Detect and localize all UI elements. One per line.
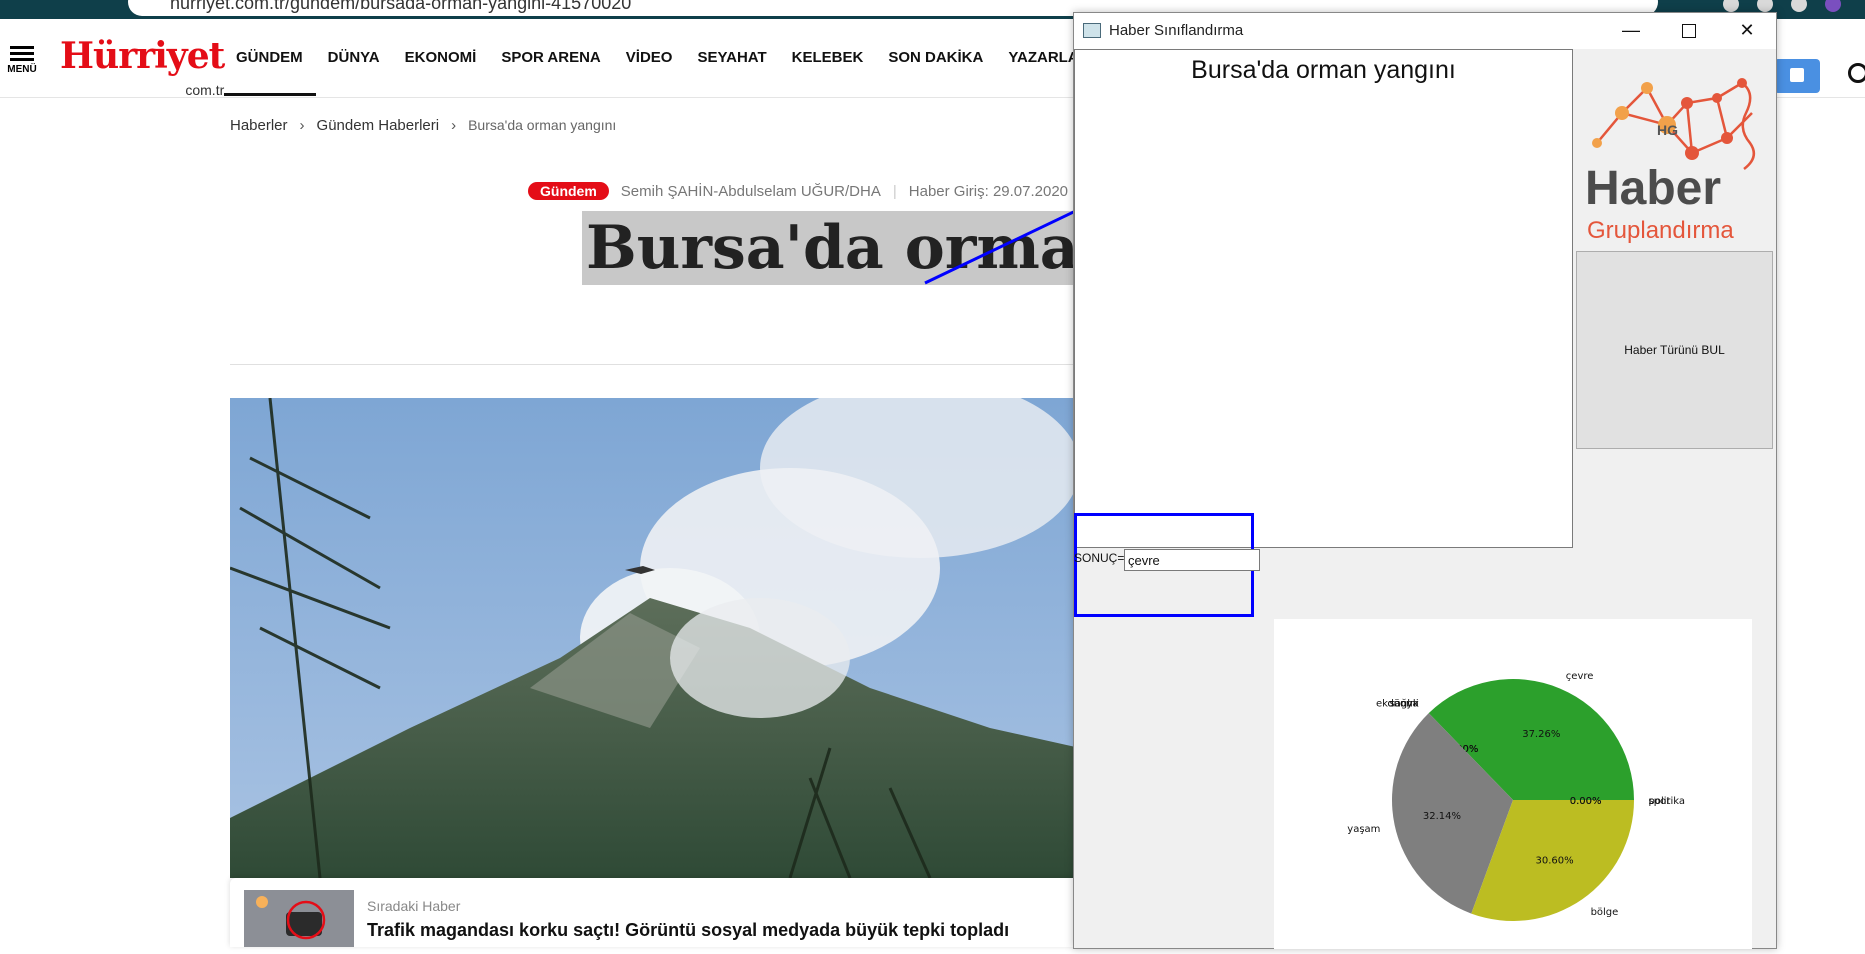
category-badge[interactable]: Gündem	[528, 182, 609, 200]
menu-label: MENÜ	[7, 64, 37, 75]
search-icon[interactable]	[1848, 63, 1865, 83]
browser-extension-icons	[1723, 0, 1841, 12]
article-meta: Gündem Semih ŞAHİN-Abdulselam UĞUR/DHA |…	[528, 182, 1068, 200]
site-logo[interactable]: Hürriyet com.tr	[60, 35, 225, 98]
category-pie-chart: çevre37.26%ekonomi0.00%dünya0.00%sağlık0…	[1274, 619, 1752, 949]
nav-item-dünya[interactable]: DÜNYA	[328, 49, 392, 66]
article-date: Haber Giriş: 29.07.2020	[908, 182, 1069, 200]
nav-item-spor-arena[interactable]: SPOR ARENA	[501, 49, 612, 66]
app-icon	[1083, 23, 1101, 38]
forest-fire-photo	[230, 398, 1080, 878]
find-news-type-button[interactable]: Haber Türünü BUL	[1576, 251, 1773, 449]
article-hero-image[interactable]	[230, 398, 1080, 878]
nav-item-kelebek[interactable]: KELEBEK	[792, 49, 876, 66]
pie-label-yaşam: yaşam	[1347, 824, 1380, 835]
nav-item-gündem[interactable]: GÜNDEM	[236, 49, 315, 66]
login-icon	[1790, 68, 1804, 82]
maximize-button[interactable]	[1660, 13, 1718, 49]
extension-icon[interactable]	[1757, 0, 1773, 12]
breadcrumb: Haberler › Gündem Haberleri › Bursa'da o…	[230, 117, 616, 134]
next-news-title[interactable]: Trafik magandası korku saçtı! Görüntü so…	[367, 920, 1009, 941]
logo-word: Haber	[1585, 162, 1722, 215]
article-title: Bursa'da orman yangını	[582, 211, 1090, 285]
breadcrumb-item[interactable]: Haberler	[230, 117, 288, 134]
breadcrumb-item[interactable]: Gündem Haberleri	[317, 117, 440, 134]
result-label: SONUÇ=	[1074, 551, 1125, 565]
pie-pct-spor: 0.00%	[1570, 796, 1602, 807]
meta-divider: |	[892, 182, 897, 200]
active-nav-indicator	[224, 93, 316, 96]
pie-chart-svg: çevre37.26%ekonomi0.00%dünya0.00%sağlık0…	[1347, 671, 1685, 921]
article-authors: Semih ŞAHİN-Abdulselam UĞUR/DHA	[620, 182, 881, 200]
login-button[interactable]	[1774, 59, 1820, 93]
pie-pct-yaşam: 32.14%	[1423, 811, 1461, 822]
result-field[interactable]	[1124, 549, 1260, 571]
nav-item-vi̇deo[interactable]: VİDEO	[626, 49, 685, 66]
nav-item-son-daki̇ka[interactable]: SON DAKİKA	[888, 49, 995, 66]
logo-domain: com.tr	[185, 82, 225, 98]
news-text-input[interactable]: Bursa'da orman yangını	[1074, 49, 1573, 548]
chevron-right-icon: ›	[299, 117, 305, 134]
logo-initials: HG	[1657, 122, 1678, 138]
next-news-card[interactable]: Sıradaki Haber Trafik magandası korku sa…	[230, 878, 1080, 947]
breadcrumb-current: Bursa'da orman yangını	[468, 117, 617, 133]
pie-label-bölge: bölge	[1591, 907, 1619, 918]
next-news-kicker: Sıradaki Haber	[367, 898, 461, 914]
main-nav: GÜNDEM DÜNYA EKONOMİ SPOR ARENA VİDEO SEYAHAT…	[236, 49, 1114, 66]
window-title: Haber Sınıflandırma	[1109, 22, 1244, 39]
pie-label-sağlık: sağlık	[1390, 698, 1419, 710]
divider	[230, 364, 1080, 365]
address-text[interactable]: hurriyet.com.tr/gundem/bursada-orman-yan…	[170, 0, 631, 14]
pie-label-spor: spor	[1649, 796, 1672, 807]
app-logo: HG Haber Gruplandırma	[1577, 53, 1773, 251]
news-text-content: Bursa'da orman yangını	[1191, 56, 1456, 84]
hamburger-icon	[6, 46, 38, 61]
menu-button[interactable]: MENÜ	[6, 43, 38, 75]
nav-item-ekonomi̇[interactable]: EKONOMİ	[405, 49, 489, 66]
extension-icon[interactable]	[1723, 0, 1739, 12]
next-news-thumbnail	[244, 890, 354, 947]
minimize-button[interactable]: —	[1602, 13, 1660, 49]
chevron-right-icon: ›	[451, 117, 457, 134]
nav-item-seyahat[interactable]: SEYAHAT	[697, 49, 778, 66]
maximize-icon	[1682, 24, 1696, 39]
pie-label-çevre: çevre	[1566, 671, 1594, 682]
window-titlebar[interactable]: Haber Sınıflandırma — ✕	[1074, 13, 1776, 49]
pie-pct-çevre: 37.26%	[1522, 729, 1560, 740]
close-button[interactable]: ✕	[1718, 13, 1776, 49]
logo-name: Hürriyet	[60, 35, 225, 77]
extension-icon[interactable]	[1791, 0, 1807, 12]
news-classifier-window: Haber Sınıflandırma — ✕ Bursa'da orman y…	[1073, 12, 1777, 949]
logo-subword: Gruplandırma	[1587, 217, 1734, 244]
profile-icon[interactable]	[1825, 0, 1841, 12]
pie-pct-bölge: 30.60%	[1535, 856, 1573, 867]
